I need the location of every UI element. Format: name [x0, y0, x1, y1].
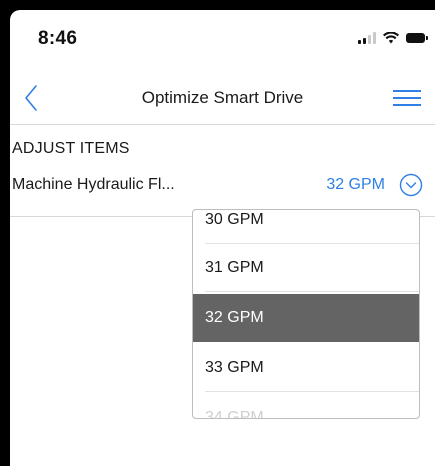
section-title: ADJUST ITEMS	[12, 140, 130, 157]
page-title: Optimize Smart Drive	[141, 88, 304, 107]
nav-bar: Optimize Smart Drive	[10, 72, 435, 125]
option-label: 34 GPM	[205, 409, 264, 419]
dropdown-option[interactable]: 30 GPM	[193, 210, 419, 244]
option-label: 32 GPM	[205, 309, 264, 326]
wifi-icon	[383, 32, 399, 44]
divider	[205, 291, 419, 292]
battery-icon	[406, 33, 428, 43]
divider	[205, 391, 419, 392]
option-label: 31 GPM	[205, 259, 264, 276]
app-screen: 8:46 Optimize Smart Drive ADJUST ITEMS M…	[10, 10, 435, 466]
dropdown-option-selected[interactable]: 32 GPM	[193, 294, 419, 342]
item-value[interactable]: 32 GPM	[326, 176, 385, 194]
dropdown-list[interactable]: 30 GPM 31 GPM 32 GPM 33 GPM 34 GPM	[192, 209, 420, 419]
dropdown-option[interactable]: 33 GPM	[193, 344, 419, 392]
dropdown-option[interactable]: 34 GPM	[193, 394, 419, 419]
dropdown-option[interactable]: 31 GPM	[193, 244, 419, 292]
status-bar: 8:46	[10, 10, 435, 66]
option-label: 30 GPM	[205, 211, 264, 228]
item-label: Machine Hydraulic Fl...	[12, 176, 175, 193]
option-label: 33 GPM	[205, 359, 264, 376]
hamburger-menu-icon[interactable]	[393, 88, 421, 108]
status-time: 8:46	[38, 28, 78, 49]
status-icons	[358, 32, 428, 44]
signal-icon	[358, 32, 376, 44]
chevron-down-circle-icon[interactable]	[399, 173, 423, 197]
